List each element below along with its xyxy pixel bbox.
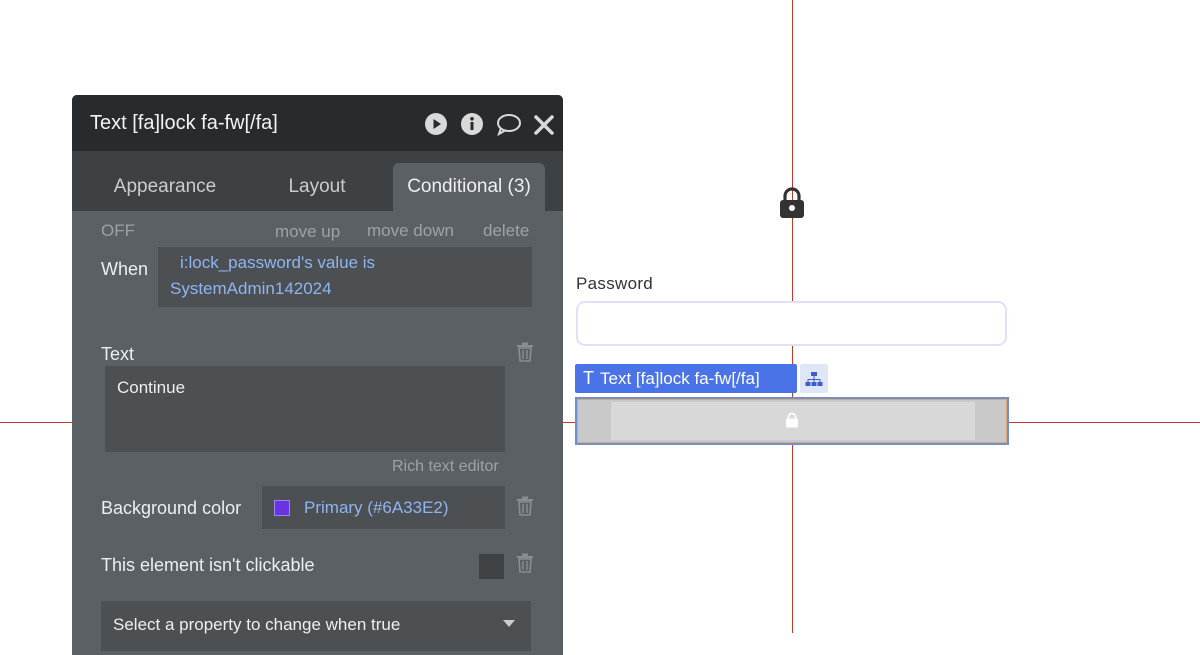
close-icon[interactable] [533,112,555,136]
lock-icon [786,412,798,428]
tab-appearance[interactable]: Appearance [92,163,238,211]
chevron-down-icon [503,620,515,627]
condition-line-1: i:lock_password's value is [180,253,376,272]
color-swatch [274,499,290,516]
property-editor-panel: Text [fa]lock fa-fw[/fa] Appearance Layo… [72,95,563,655]
not-clickable-checkbox[interactable] [479,554,504,579]
property-select-placeholder: Select a property to change when true [113,615,401,634]
trash-icon[interactable] [516,496,534,516]
delete-condition-button[interactable]: delete [483,221,529,241]
condition-line-2: SystemAdmin142024 [170,279,332,298]
password-input[interactable] [576,301,1007,346]
text-value-input[interactable]: Continue [105,366,505,452]
not-clickable-label: This element isn't clickable [101,555,315,575]
tab-bar: Appearance Layout Conditional (3) [72,151,563,211]
info-icon[interactable] [460,112,484,136]
move-down-button[interactable]: move down [367,221,454,241]
background-color-value: Primary (#6A33E2) [304,497,449,517]
comment-icon[interactable] [496,112,522,136]
selected-element-name: Text [fa]lock fa-fw[/fa] [600,368,760,388]
tab-layout[interactable]: Layout [252,163,382,211]
trash-icon[interactable] [516,342,534,362]
lock-icon[interactable] [779,187,805,219]
password-label: Password [576,274,654,293]
text-property-label: Text [101,344,135,364]
element-tree-button[interactable] [800,364,828,393]
hierarchy-icon [805,371,823,386]
text-type-icon: T [583,368,594,388]
panel-header: Text [fa]lock fa-fw[/fa] [72,95,563,151]
selected-element-tag[interactable]: T Text [fa]lock fa-fw[/fa] [575,364,797,393]
rich-text-editor-link[interactable]: Rich text editor [392,458,499,476]
panel-title: Text [fa]lock fa-fw[/fa] [90,112,278,134]
play-icon[interactable] [424,112,448,136]
off-toggle[interactable]: OFF [101,221,135,241]
when-label: When [101,259,149,279]
trash-icon[interactable] [516,553,534,573]
background-color-label: Background color [101,498,242,518]
tab-conditional[interactable]: Conditional (3) [393,163,545,211]
property-select-dropdown[interactable]: Select a property to change when true [101,601,531,651]
selected-text-element[interactable] [575,397,1009,445]
move-up-button[interactable]: move up [275,222,340,242]
condition-expression-field[interactable]: i:lock_password's value is SystemAdmin14… [158,247,532,307]
background-color-picker[interactable]: Primary (#6A33E2) [262,486,505,529]
